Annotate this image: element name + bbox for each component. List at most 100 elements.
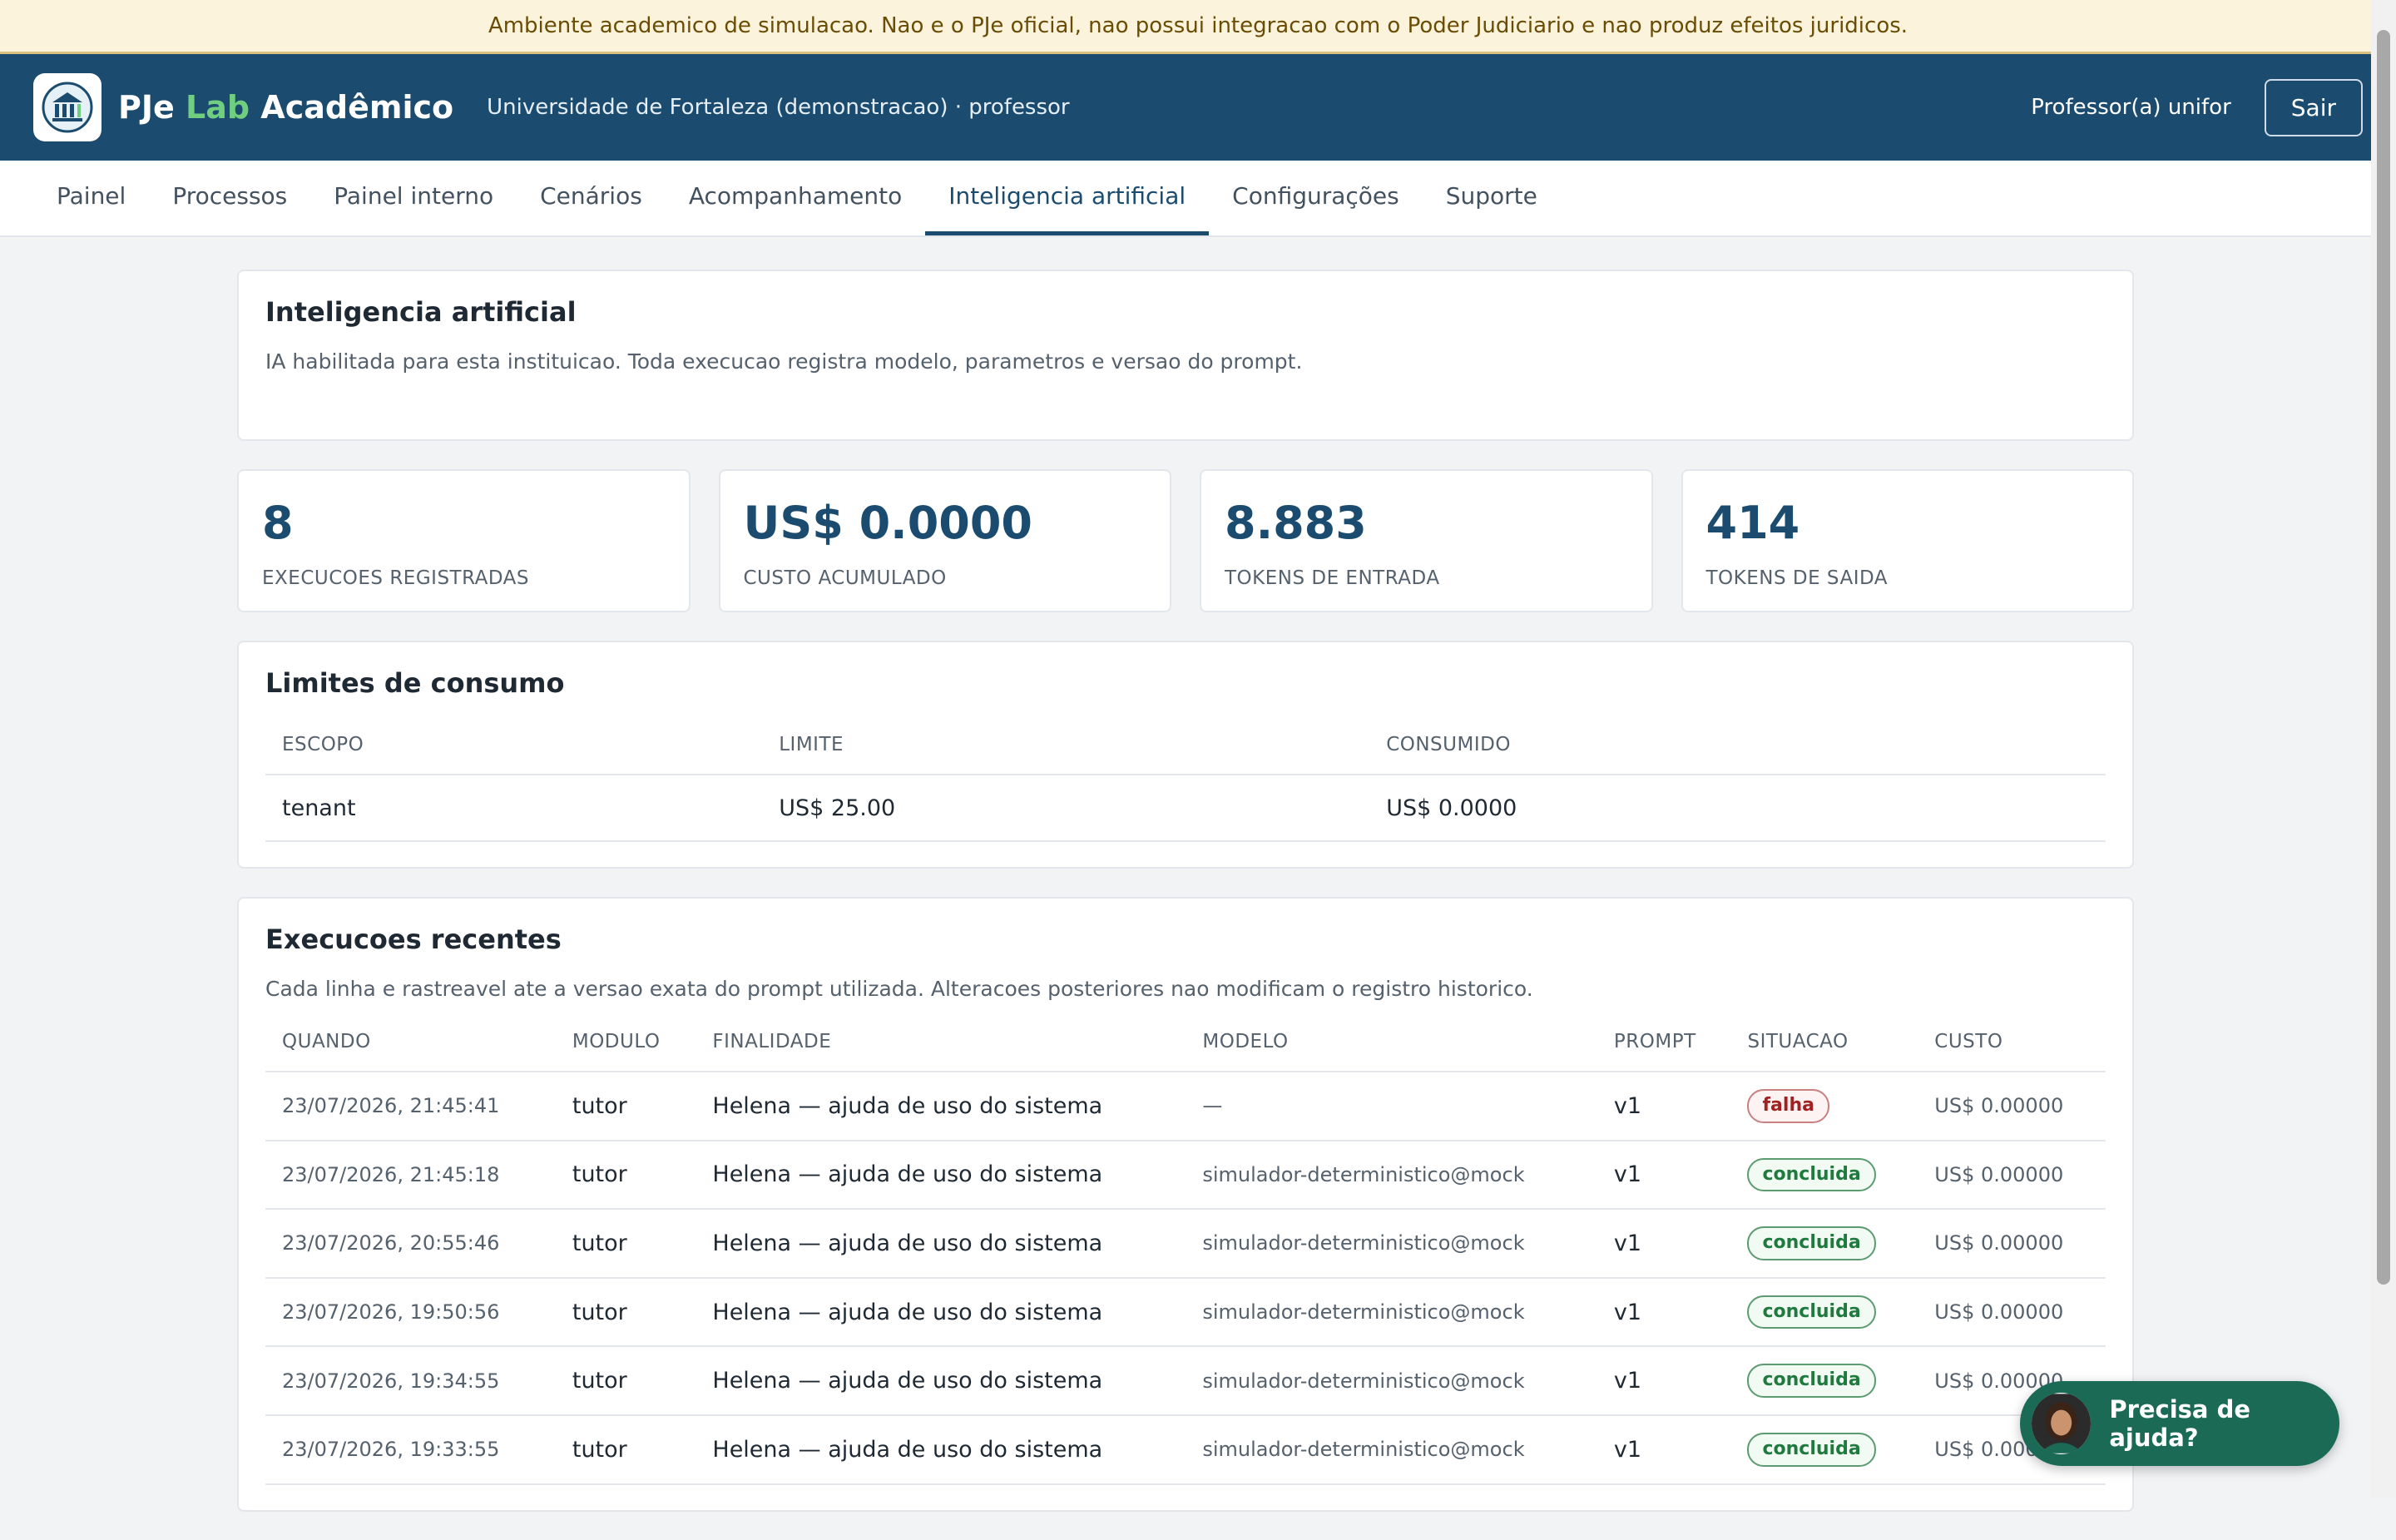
institution-building-icon [42, 82, 93, 133]
table-row: 23/07/2026, 20:55:46 tutor Helena — ajuda … [265, 1209, 2106, 1279]
limit-scope: tenant [265, 775, 763, 842]
stat-label: Tokens de entrada [1225, 567, 1440, 589]
column-header: QUANDO [265, 1013, 556, 1072]
execution-cost: US$ 0.00000 [1918, 1209, 2106, 1279]
execution-status: concluida [1730, 1277, 1918, 1348]
stat-label: Tokens de saida [1705, 567, 1889, 589]
column-header: CONSUMIDO [1369, 716, 2106, 775]
status-badge: concluida [1747, 1157, 1876, 1192]
execution-model: — [1186, 1072, 1597, 1141]
stats-row: 8 Execucoes registradas US$ 0.0000 Custo… [237, 469, 2134, 612]
execution-status: concluida [1730, 1209, 1918, 1279]
logout-button[interactable]: Sair [2264, 78, 2363, 136]
execution-status: concluida [1730, 1346, 1918, 1416]
execution-module: tutor [555, 1140, 696, 1211]
stat-input-tokens: 8.883 Tokens de entrada [1200, 469, 1653, 612]
stat-value: 8 [262, 497, 294, 549]
execution-module: tutor [555, 1072, 696, 1141]
status-badge: concluida [1747, 1226, 1876, 1260]
stat-value: 414 [1705, 497, 1800, 549]
execution-model: simulador-deterministico@mock [1186, 1277, 1597, 1348]
executions-description: Cada linha e rastreavel ate a versao exa… [265, 977, 1533, 1001]
table-header-row: ESCOPO LIMITE CONSUMIDO [265, 716, 2106, 775]
column-header: ESCOPO [265, 716, 763, 775]
executions-body: 23/07/2026, 21:45:41 tutor Helena — ajuda … [265, 1072, 2106, 1485]
limits-title: Limites de consumo [265, 667, 565, 699]
institution-label: Universidade de Fortaleza (demonstracao)… [487, 95, 1070, 120]
execution-prompt: v1 [1597, 1140, 1731, 1211]
brand-title: PJe Lab Acadêmico [118, 89, 454, 126]
stat-executions: 8 Execucoes registradas [237, 469, 691, 612]
execution-model: simulador-deterministico@mock [1186, 1414, 1597, 1485]
execution-prompt: v1 [1597, 1346, 1731, 1416]
execution-status: concluida [1730, 1414, 1918, 1485]
main-content: Inteligencia artificial IA habilitada pa… [237, 270, 2134, 1540]
execution-when: 23/07/2026, 19:34:55 [265, 1346, 556, 1416]
tab-inteligencia-artificial[interactable]: Inteligencia artificial [925, 161, 1210, 235]
execution-model: simulador-deterministico@mock [1186, 1140, 1597, 1211]
column-header: MODELO [1186, 1013, 1597, 1072]
status-badge: concluida [1747, 1432, 1876, 1467]
execution-status: concluida [1730, 1140, 1918, 1211]
execution-when: 23/07/2026, 19:33:55 [265, 1414, 556, 1485]
table-row: 23/07/2026, 21:45:41 tutor Helena — ajuda … [265, 1072, 2106, 1141]
tab-painel-interno[interactable]: Painel interno [310, 161, 517, 235]
execution-when: 23/07/2026, 20:55:46 [265, 1209, 556, 1279]
execution-when: 23/07/2026, 19:50:56 [265, 1277, 556, 1348]
execution-purpose: Helena — ajuda de uso do sistema [696, 1414, 1186, 1485]
column-header: FINALIDADE [696, 1013, 1186, 1072]
tab-acompanhamento[interactable]: Acompanhamento [666, 161, 925, 235]
help-label: Precisa de ajuda? [2109, 1395, 2251, 1452]
column-header: LIMITE [762, 716, 1370, 775]
app-logo[interactable] [33, 73, 101, 141]
tab-cenarios[interactable]: Cenários [517, 161, 666, 235]
limit-consumed: US$ 0.0000 [1369, 775, 2106, 842]
execution-prompt: v1 [1597, 1414, 1731, 1485]
table-row: 23/07/2026, 19:34:55 tutor Helena — ajuda … [265, 1346, 2106, 1416]
executions-card: Execucoes recentes Cada linha e rastreav… [237, 897, 2134, 1512]
status-badge: concluida [1747, 1364, 1876, 1398]
stat-label: Execucoes registradas [262, 567, 530, 589]
tab-painel[interactable]: Painel [33, 161, 149, 235]
page-title: Inteligencia artificial [265, 296, 577, 328]
column-header: SITUACAO [1730, 1013, 1918, 1072]
execution-model: simulador-deterministico@mock [1186, 1346, 1597, 1416]
table-row: 23/07/2026, 19:50:56 tutor Helena — ajuda … [265, 1277, 2106, 1348]
execution-cost: US$ 0.00000 [1918, 1140, 2106, 1211]
scrollbar-thumb[interactable] [2377, 30, 2390, 1285]
stat-output-tokens: 414 Tokens de saida [1681, 469, 2134, 612]
execution-prompt: v1 [1597, 1209, 1731, 1279]
banner-text: Ambiente academico de simulacao. Nao e o… [488, 13, 1908, 38]
table-header-row: QUANDO MODULO FINALIDADE MODELO PROMPT S… [265, 1013, 2106, 1072]
page-description: IA habilitada para esta instituicao. Tod… [265, 349, 1303, 374]
execution-when: 23/07/2026, 21:45:18 [265, 1140, 556, 1211]
limit-value: US$ 25.00 [762, 775, 1370, 842]
stat-cost: US$ 0.0000 Custo acumulado [718, 469, 1171, 612]
current-user: Professor(a) unifor [2031, 95, 2231, 120]
column-header: MODULO [555, 1013, 696, 1072]
simulation-warning-banner: Ambiente academico de simulacao. Nao e o… [0, 0, 2396, 54]
status-badge: falha [1747, 1089, 1829, 1123]
page-scrollbar[interactable] [2371, 0, 2396, 1498]
tab-suporte[interactable]: Suporte [1423, 161, 1561, 235]
help-button[interactable]: Precisa de ajuda? [2020, 1381, 2339, 1466]
execution-prompt: v1 [1597, 1277, 1731, 1348]
execution-cost: US$ 0.00000 [1918, 1072, 2106, 1141]
stat-label: Custo acumulado [743, 567, 947, 589]
executions-table: QUANDO MODULO FINALIDADE MODELO PROMPT S… [265, 1013, 2106, 1485]
execution-module: tutor [555, 1277, 696, 1348]
execution-purpose: Helena — ajuda de uso do sistema [696, 1140, 1186, 1211]
column-header: CUSTO [1918, 1013, 2106, 1072]
intro-card: Inteligencia artificial IA habilitada pa… [237, 270, 2134, 441]
table-row: 23/07/2026, 21:45:18 tutor Helena — ajuda … [265, 1140, 2106, 1211]
tab-processos[interactable]: Processos [149, 161, 310, 235]
execution-status: falha [1730, 1072, 1918, 1141]
tab-configuracoes[interactable]: Configurações [1209, 161, 1423, 235]
limits-table: ESCOPO LIMITE CONSUMIDO tenant US$ 25.00… [265, 716, 2106, 842]
execution-purpose: Helena — ajuda de uso do sistema [696, 1209, 1186, 1279]
executions-title: Execucoes recentes [265, 924, 562, 955]
limits-card: Limites de consumo ESCOPO LIMITE CONSUMI… [237, 641, 2134, 869]
execution-when: 23/07/2026, 21:45:41 [265, 1072, 556, 1141]
execution-prompt: v1 [1597, 1072, 1731, 1141]
execution-purpose: Helena — ajuda de uso do sistema [696, 1346, 1186, 1416]
